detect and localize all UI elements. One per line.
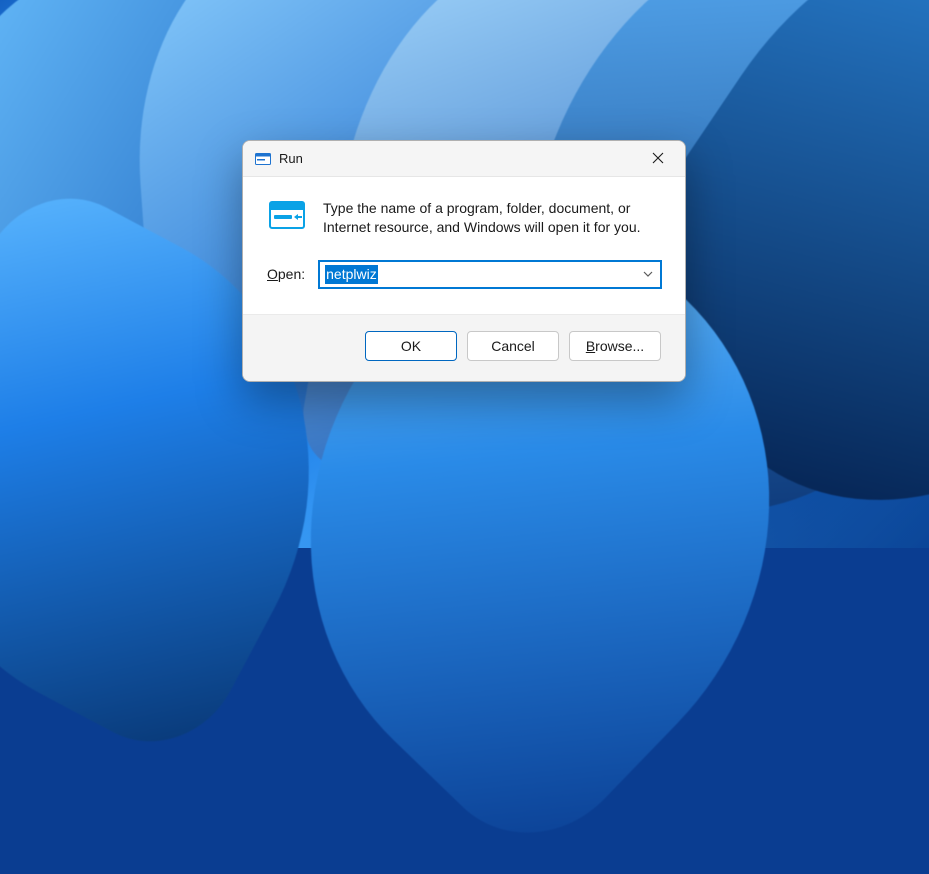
ok-button[interactable]: OK [365, 331, 457, 361]
browse-button[interactable]: Browse... [569, 331, 661, 361]
open-combobox[interactable]: netplwiz [319, 261, 661, 288]
close-icon [652, 151, 664, 167]
titlebar[interactable]: Run [243, 141, 685, 177]
run-dialog: Run Type the name of a program, folder, … [242, 140, 686, 382]
open-label: Open: [267, 266, 305, 282]
cancel-button[interactable]: Cancel [467, 331, 559, 361]
info-row: Type the name of a program, folder, docu… [267, 199, 661, 237]
run-dialog-icon [267, 199, 307, 233]
open-input[interactable] [319, 261, 661, 288]
close-button[interactable] [635, 143, 681, 175]
open-row: Open: netplwiz [267, 261, 661, 288]
dialog-description: Type the name of a program, folder, docu… [323, 199, 661, 237]
browse-button-label: Browse... [586, 338, 644, 354]
dialog-body: Type the name of a program, folder, docu… [243, 177, 685, 314]
run-icon [255, 151, 271, 167]
window-title: Run [279, 151, 635, 166]
chevron-down-icon[interactable] [641, 267, 655, 281]
ok-button-label: OK [401, 338, 421, 354]
cancel-button-label: Cancel [491, 338, 535, 354]
button-row: OK Cancel Browse... [243, 314, 685, 381]
